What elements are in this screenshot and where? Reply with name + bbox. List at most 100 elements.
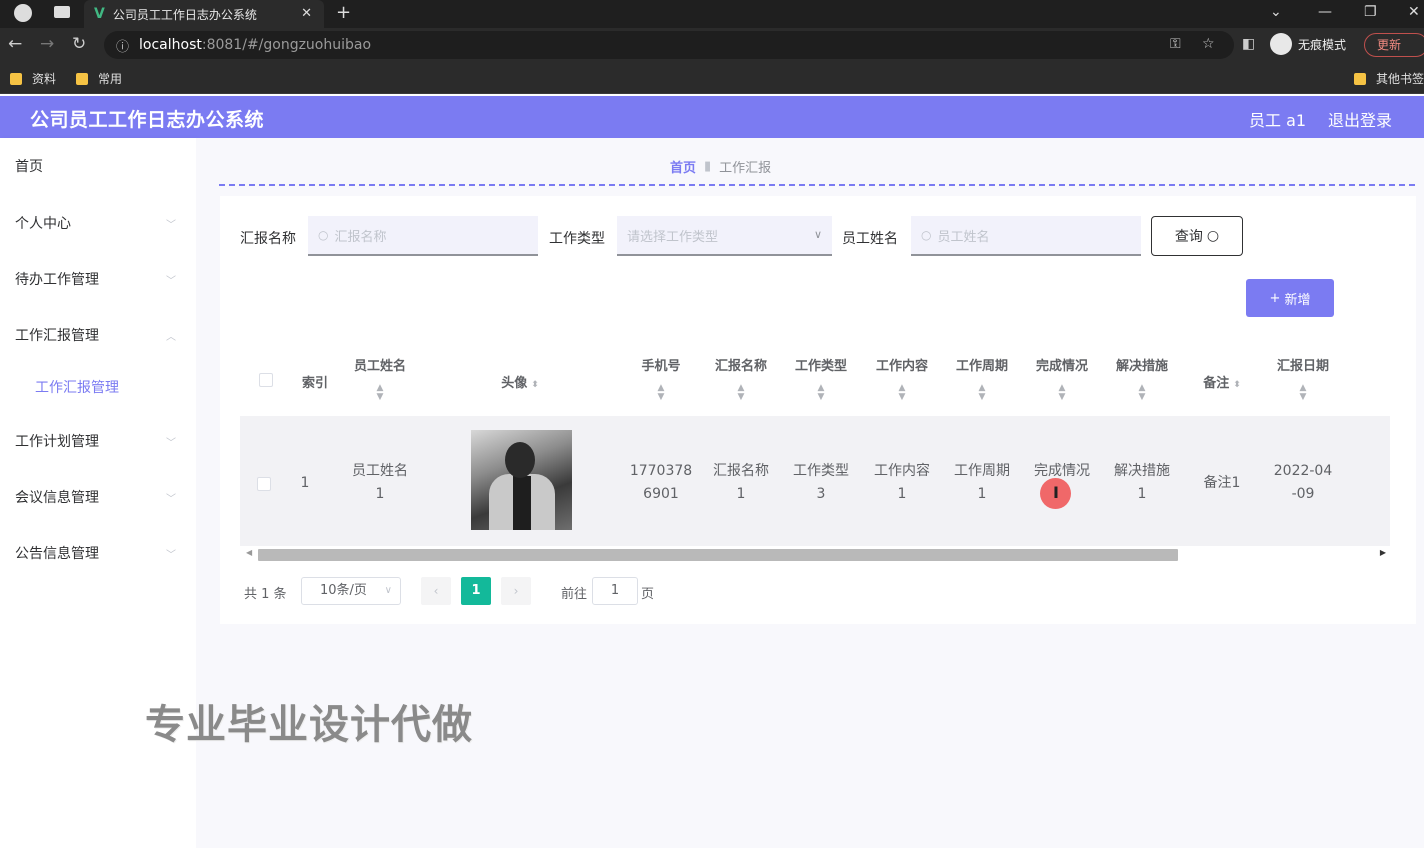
employee-name-input[interactable]: ○ 员工姓名 [911, 216, 1141, 256]
th-work-type[interactable]: 工作类型 ▲ ▼ [786, 355, 856, 402]
logout-link[interactable]: 退出登录 [1328, 107, 1392, 131]
chevron-down-icon: ﹀ [166, 276, 176, 287]
th-completion[interactable]: 完成情况 ▲ ▼ [1027, 355, 1097, 402]
page-size-select[interactable]: 10条/页 ∨ [301, 577, 401, 605]
breadcrumb-separator-icon: ▮ [704, 159, 712, 174]
th-work-type-label: 工作类型 [794, 359, 847, 374]
chevron-down-icon: ﹀ [166, 494, 176, 505]
sidebar-item-todo[interactable]: 待办工作管理 [15, 269, 99, 289]
th-name[interactable]: 员工姓名 ▲ ▼ [345, 355, 415, 402]
prev-page-button[interactable]: ‹ [421, 577, 451, 605]
cell-name: 员工姓名 1 [345, 460, 415, 506]
sidebar-item-home[interactable]: 首页 [15, 156, 43, 176]
query-button[interactable]: 查询 ○ [1151, 216, 1243, 256]
scrollbar-thumb[interactable] [258, 549, 1178, 561]
avatar[interactable] [471, 430, 572, 530]
bookmark-label: 常用 [98, 72, 123, 86]
incognito-label: 无痕模式 [1298, 37, 1347, 52]
cell-report-name: 汇报名称 1 [706, 460, 776, 506]
sidebar-item-reports[interactable]: 工作汇报管理 [15, 325, 99, 345]
star-icon[interactable]: ☆ [1202, 36, 1215, 52]
work-type-placeholder: 请选择工作类型 [627, 229, 719, 245]
next-page-button[interactable]: › [501, 577, 531, 605]
sort-icon[interactable]: ▲ ▼ [1027, 384, 1097, 402]
update-button[interactable]: 更新 [1364, 33, 1424, 57]
sidebar-item-personal[interactable]: 个人中心 [15, 213, 71, 233]
tab-close-icon[interactable]: ✕ [301, 6, 312, 21]
th-report-name[interactable]: 汇报名称 ▲ ▼ [706, 355, 776, 402]
th-remark[interactable]: 备注 ⬍ [1187, 372, 1257, 391]
cell-period: 工作周期 1 [947, 460, 1017, 506]
breadcrumb-home[interactable]: 首页 [670, 157, 696, 176]
search-icon: ○ [318, 228, 329, 242]
th-content-label: 工作内容 [875, 359, 928, 374]
row-checkbox[interactable] [257, 477, 271, 491]
watermark-text: 专业毕业设计代做 [145, 702, 473, 748]
forward-icon[interactable]: → [40, 34, 54, 54]
back-icon[interactable]: ← [8, 34, 22, 54]
sort-icon[interactable]: ▲ ▼ [1107, 384, 1177, 402]
tab-list-icon[interactable] [54, 6, 70, 18]
query-label: 查询 [1174, 229, 1203, 245]
breadcrumb-divider [219, 184, 1415, 186]
sidepanel-icon[interactable]: ◧ [1242, 36, 1255, 52]
goto-label: 前往 [561, 587, 588, 602]
th-date[interactable]: 汇报日期 ▲ ▼ [1268, 355, 1338, 402]
employee-name-label: 员工姓名 [842, 231, 898, 247]
sidebar-item-plans[interactable]: 工作计划管理 [15, 431, 99, 451]
restore-icon[interactable]: ❐ [1364, 4, 1377, 20]
other-bookmarks-label: 其他书签 [1376, 72, 1424, 86]
other-bookmarks[interactable]: 其他书签 [1354, 70, 1424, 87]
bookmark-folder[interactable]: 常用 [76, 70, 122, 87]
bookmark-folder[interactable]: 资料 [10, 70, 56, 87]
sort-icon[interactable]: ▲ ▼ [706, 384, 776, 402]
browser-menu-icon[interactable] [14, 4, 32, 22]
tab-search-icon[interactable]: ⌄ [1270, 4, 1282, 20]
sidebar-subitem-reports[interactable]: 工作汇报管理 [35, 377, 119, 397]
bookmark-label: 资料 [32, 72, 57, 86]
goto-page-input[interactable]: 1 [592, 577, 638, 605]
sort-icon[interactable]: ⬍ [531, 380, 539, 390]
th-phone[interactable]: 手机号 ▲ ▼ [626, 355, 696, 402]
reload-icon[interactable]: ↻ [72, 34, 86, 54]
sidebar-item-meetings[interactable]: 会议信息管理 [15, 487, 99, 507]
key-icon[interactable]: ⚿ [1170, 36, 1181, 52]
incognito-indicator[interactable]: 无痕模式 [1270, 33, 1346, 55]
select-all-checkbox[interactable] [259, 373, 273, 387]
th-content[interactable]: 工作内容 ▲ ▼ [867, 355, 937, 402]
scroll-left-icon[interactable]: ◀ [246, 548, 252, 557]
report-name-label: 汇报名称 [240, 231, 296, 247]
sort-icon[interactable]: ▲ ▼ [626, 384, 696, 402]
sort-icon[interactable]: ▲ ▼ [867, 384, 937, 402]
work-type-select[interactable]: 请选择工作类型 ∨ [617, 216, 832, 256]
browser-tab-bar: V 公司员工工作日志办公系统 ✕ + ⌄ — ❐ ✕ [0, 0, 1424, 28]
sidebar-item-notices[interactable]: 公告信息管理 [15, 543, 99, 563]
th-solution-label: 解决措施 [1115, 359, 1168, 374]
new-tab-icon[interactable]: + [336, 2, 351, 23]
window-close-icon[interactable]: ✕ [1408, 4, 1420, 20]
sort-icon[interactable]: ▲ ▼ [1268, 384, 1338, 402]
scroll-right-icon[interactable]: ▶ [1380, 548, 1386, 557]
cell-solution-line1: 解决措施 [1114, 463, 1170, 479]
report-name-input[interactable]: ○ 汇报名称 [308, 216, 538, 256]
chevron-up-icon: ︿ [166, 332, 176, 343]
th-solution[interactable]: 解决措施 ▲ ▼ [1107, 355, 1177, 402]
sort-icon[interactable]: ▲ ▼ [786, 384, 856, 402]
site-info-icon[interactable]: ⓘ [116, 36, 129, 55]
employee-name-placeholder: 员工姓名 [937, 229, 990, 245]
minimize-icon[interactable]: — [1318, 4, 1332, 20]
chevron-down-icon: ﹀ [166, 220, 176, 231]
url-input[interactable]: ⓘ localhost :8081/#/gongzuohuibao [104, 31, 1234, 59]
th-period[interactable]: 工作周期 ▲ ▼ [947, 355, 1017, 402]
add-button[interactable]: + 新增 [1246, 279, 1334, 317]
page-number-current[interactable]: 1 [461, 577, 491, 605]
sort-icon[interactable]: ⬍ [1233, 380, 1241, 390]
table-horizontal-scrollbar[interactable]: ◀ ▶ [240, 546, 1390, 564]
sort-icon[interactable]: ▲ ▼ [947, 384, 1017, 402]
th-avatar[interactable]: 头像 ⬍ [480, 372, 560, 391]
breadcrumb-current: 工作汇报 [719, 161, 772, 176]
browser-tab-active[interactable]: V 公司员工工作日志办公系统 ✕ [84, 0, 324, 28]
work-type-label: 工作类型 [549, 231, 605, 247]
sort-icon[interactable]: ▲ ▼ [345, 384, 415, 402]
cell-work-type-line2: 3 [816, 486, 826, 502]
